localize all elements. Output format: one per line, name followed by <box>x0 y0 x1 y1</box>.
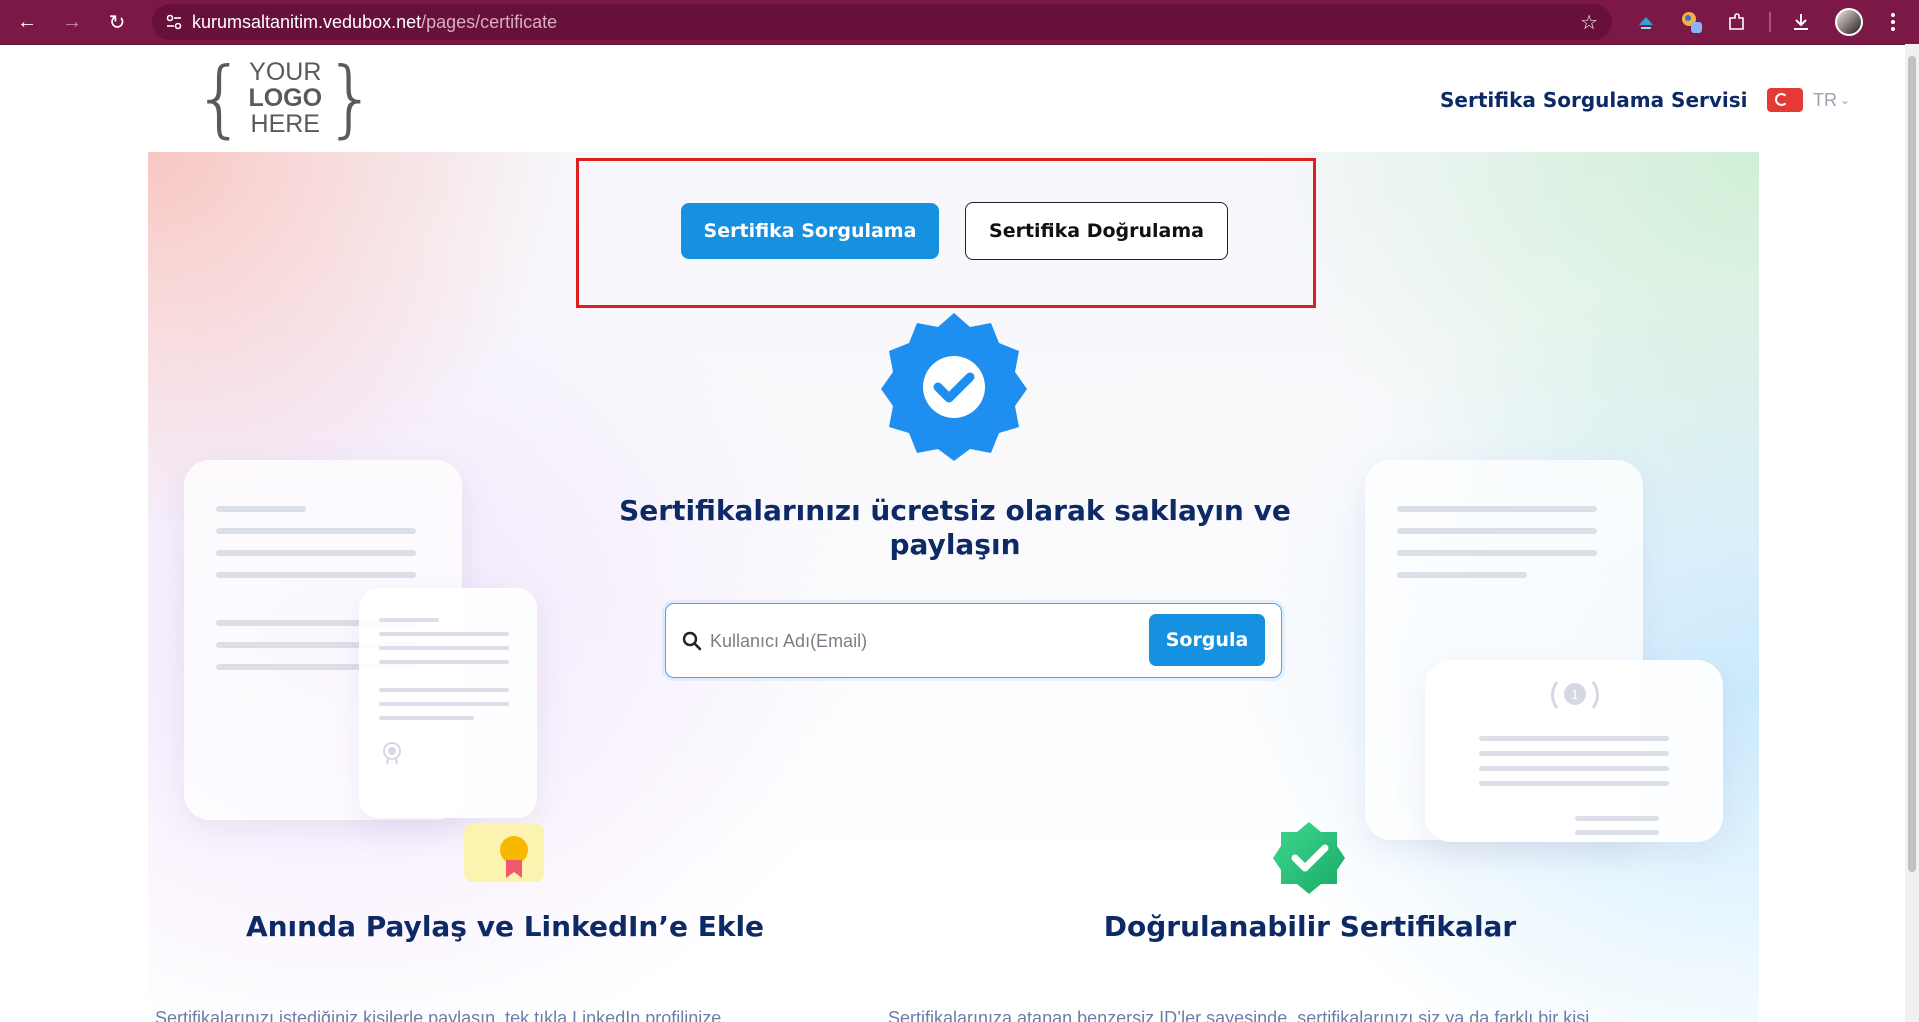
verified-badge-icon <box>881 313 1027 461</box>
language-code: TR <box>1813 89 1837 110</box>
url-path: /pages/certificate <box>421 11 558 32</box>
hero-headline-line-2: paylaşın <box>889 528 1021 561</box>
forward-arrow-icon[interactable]: → <box>58 8 86 36</box>
logo-brace-right: } <box>324 49 378 147</box>
certificate-query-tab-button[interactable]: Sertifika Sorgulama <box>681 203 939 259</box>
hero-headline-line-1: Sertifikalarınızı ücretsiz olarak saklay… <box>619 494 1291 527</box>
extension-icon[interactable] <box>1632 8 1660 36</box>
profile-avatar[interactable] <box>1835 8 1863 36</box>
seal-icon <box>383 742 401 765</box>
bookmark-star-icon[interactable]: ☆ <box>1580 10 1598 35</box>
hero-headline: Sertifikalarınızı ücretsiz olarak saklay… <box>590 494 1320 562</box>
logo-line-3: HERE <box>250 110 320 138</box>
nav-certificate-service-link[interactable]: Sertifika Sorgulama Servisi <box>1440 88 1748 112</box>
feature-body-share-linkedin: Sertifikalarınızı istediğiniz kişilerle … <box>155 1008 722 1022</box>
feature-body-verifiable: Sertifikalarınıza atanan benzersiz ID’le… <box>888 1008 1590 1022</box>
site-settings-icon[interactable] <box>156 4 192 40</box>
language-selector[interactable]: TR ⌄ <box>1767 88 1850 112</box>
svg-text:1: 1 <box>1571 688 1579 702</box>
decorative-document-left-small <box>359 588 537 818</box>
chevron-down-icon: ⌄ <box>1840 93 1851 107</box>
address-bar[interactable]: kurumsaltanitim.vedubox.net/pages/certif… <box>152 4 1612 40</box>
toolbar-separator <box>1769 12 1771 32</box>
feature-title-share-linkedin: Anında Paylaş ve LinkedIn’e Ekle <box>245 910 765 943</box>
logo-line-1: YOUR <box>249 58 322 86</box>
certificate-verify-tab-button[interactable]: Sertifika Doğrulama <box>965 202 1228 260</box>
laurel-medal-icon: 1 <box>1551 681 1599 709</box>
back-arrow-icon[interactable]: ← <box>13 8 41 36</box>
color-picker-extension-icon[interactable] <box>1678 8 1706 36</box>
username-email-input[interactable] <box>708 618 1132 664</box>
logo-line-2: LOGO <box>248 84 323 112</box>
reload-icon[interactable]: ↻ <box>103 8 131 36</box>
page-scrollbar[interactable] <box>1905 44 1919 1022</box>
page-content: { YOUR LOGO HERE } Sertifika Sorgulama S… <box>0 44 1919 1022</box>
search-box: Sorgula <box>665 603 1282 678</box>
certificate-ribbon-icon <box>464 824 544 882</box>
url-host: kurumsaltanitim.vedubox.net <box>192 11 422 32</box>
scrollbar-thumb[interactable] <box>1908 56 1916 872</box>
logo-text: YOUR LOGO HERE <box>248 59 322 137</box>
more-menu-icon[interactable] <box>1879 8 1907 36</box>
verified-check-icon <box>1273 822 1345 894</box>
feature-title-verifiable: Doğrulanabilir Sertifikalar <box>1103 910 1517 943</box>
site-logo[interactable]: { YOUR LOGO HERE } <box>193 49 378 147</box>
turkey-flag-icon <box>1767 88 1803 112</box>
decorative-certificate-card: 1 <box>1425 660 1723 842</box>
search-icon <box>682 631 702 651</box>
url-text: kurumsaltanitim.vedubox.net/pages/certif… <box>192 12 557 33</box>
download-icon[interactable] <box>1787 8 1815 36</box>
extensions-puzzle-icon[interactable] <box>1723 8 1751 36</box>
search-submit-button[interactable]: Sorgula <box>1149 614 1265 666</box>
logo-brace-left: { <box>193 49 247 147</box>
browser-toolbar: ← → ↻ kurumsaltanitim.vedubox.net/pages/… <box>0 0 1919 44</box>
